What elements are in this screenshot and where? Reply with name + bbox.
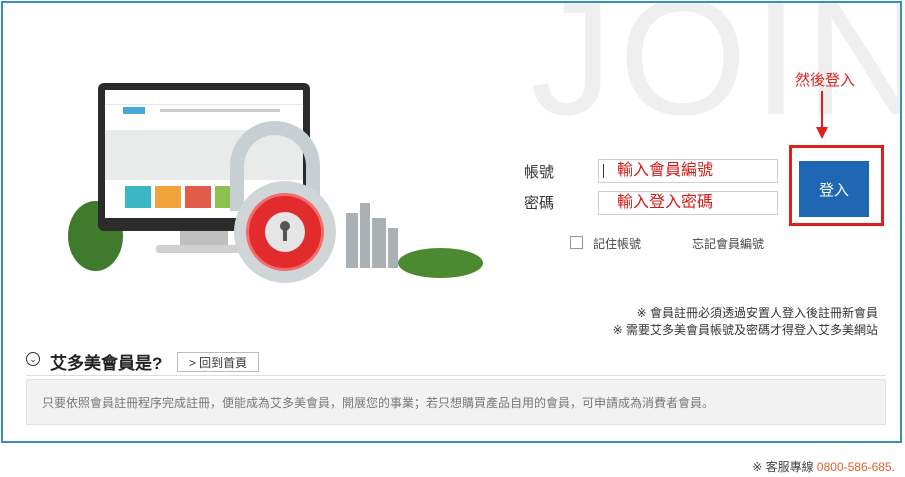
- notice-text: ※ 會員註冊必須透過安置人登入後註冊新會員: [636, 306, 878, 320]
- arrow-down-icon: [816, 127, 828, 139]
- chevron-down-icon[interactable]: ⌄: [26, 352, 40, 366]
- login-button[interactable]: 登入: [799, 161, 869, 217]
- forgot-id-link[interactable]: 忘記會員編號: [692, 235, 764, 252]
- tree-icon: [398, 248, 483, 278]
- hotline-label: ※ 客服專線: [752, 460, 814, 474]
- password-input[interactable]: [598, 191, 778, 215]
- login-panel: JOIN 然後登入 帳號 輸入會員編號 密碼 輸入登入密碼 登入 記住帳號 忘記…: [1, 1, 902, 443]
- annotation-text: 然後登入: [795, 72, 856, 89]
- text-cursor: [603, 164, 604, 178]
- padlock-monitor-illustration: [68, 83, 488, 283]
- home-button[interactable]: > 回到首頁: [177, 352, 259, 372]
- footer: ※ 客服專線 0800-586-685.: [752, 458, 895, 475]
- remember-checkbox[interactable]: [570, 236, 583, 249]
- hotline-phone: 0800-586-685.: [816, 460, 895, 474]
- account-label: 帳號: [524, 164, 555, 181]
- section-divider: [26, 375, 886, 376]
- notice-text: ※ 需要艾多美會員帳號及密碼才得登入艾多美網站: [612, 323, 878, 337]
- password-label: 密碼: [524, 195, 555, 212]
- section-description: 只要依照會員註冊程序完成註冊，便能成為艾多美會員，開展您的事業；若只想購買產品自…: [26, 379, 886, 425]
- remember-label: 記住帳號: [593, 237, 642, 251]
- section-title: 艾多美會員是?: [50, 354, 163, 373]
- annotation-arrow: [821, 91, 823, 129]
- account-input[interactable]: [598, 159, 778, 183]
